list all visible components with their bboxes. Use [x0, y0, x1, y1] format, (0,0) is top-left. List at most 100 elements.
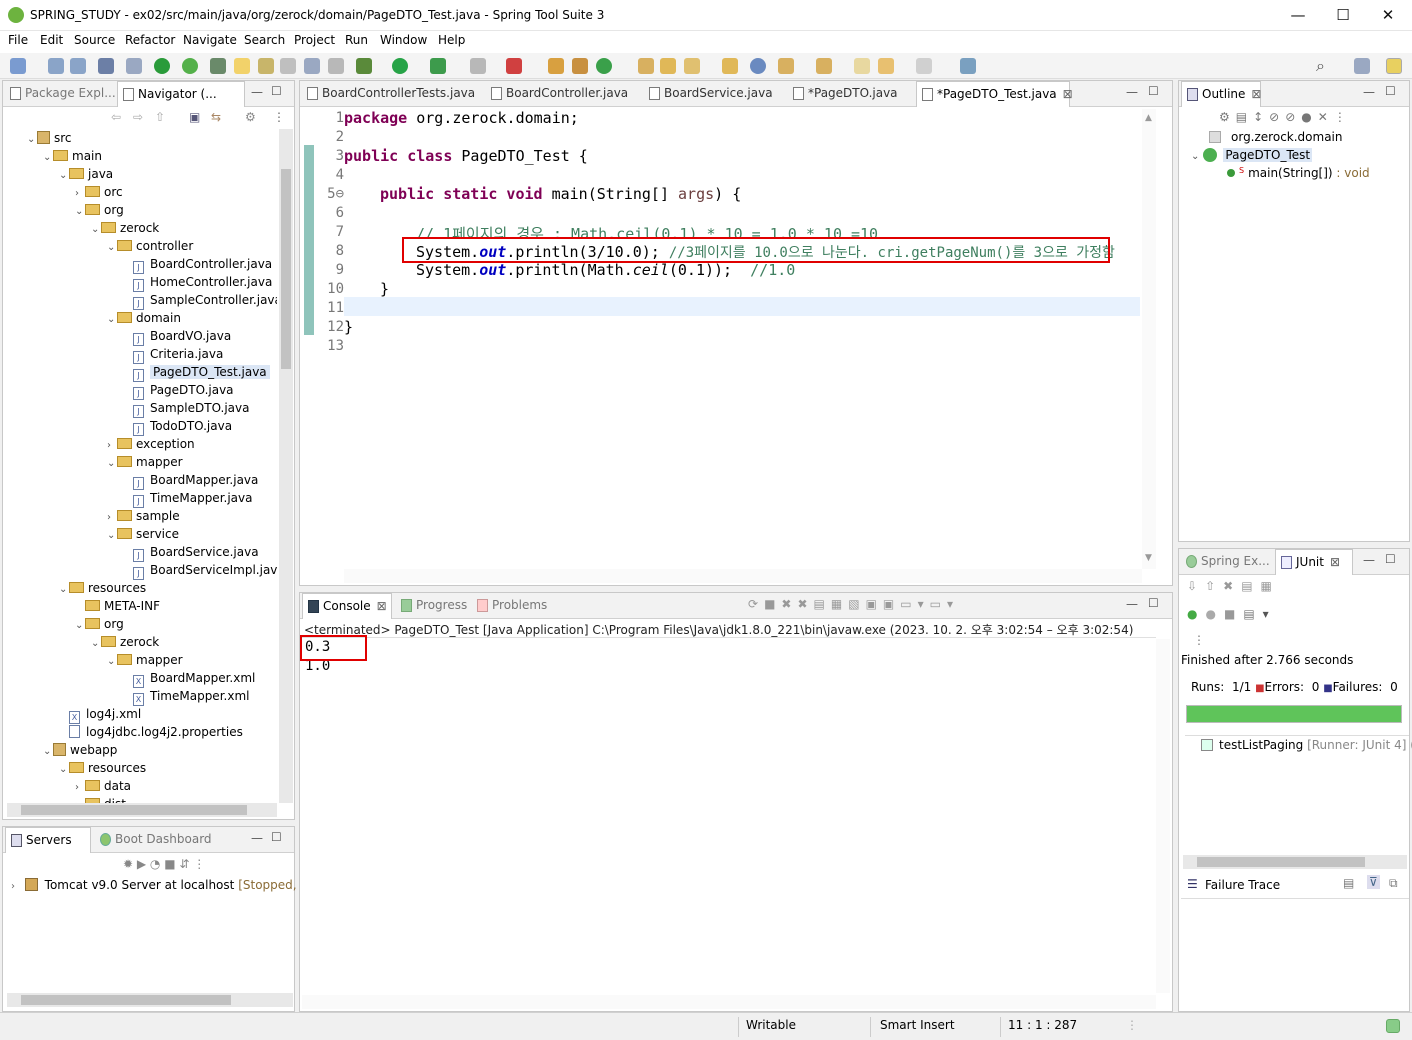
editor-vertical-scrollbar[interactable]: ▲ ▼	[1142, 109, 1156, 569]
collapse-icon[interactable]: ⌄	[75, 617, 85, 635]
tree-item[interactable]: J SampleDTO.java	[123, 399, 249, 418]
tab-boardcontroller[interactable]: BoardController.java	[486, 81, 636, 107]
tree-item[interactable]: J TimeMapper.java	[123, 489, 252, 508]
coverage-icon[interactable]	[430, 58, 446, 74]
tree-item[interactable]: ⌄ mapper	[107, 453, 183, 471]
tree-item[interactable]: ⌄ org	[75, 615, 124, 633]
profile-server-icon[interactable]: ◔	[150, 857, 164, 871]
show-stdout-icon[interactable]: ▣	[866, 597, 883, 611]
tree-item[interactable]: ⌄ mapper	[107, 651, 183, 669]
stop-test-icon[interactable]: ■	[1224, 607, 1243, 621]
filter-stack-icon[interactable]: ⊽	[1367, 875, 1380, 889]
tree-item[interactable]: ⌄ zerock	[91, 219, 159, 237]
back-nav-icon[interactable]: ⇦	[111, 110, 121, 124]
tree-item[interactable]: J BoardService.java	[123, 543, 259, 562]
scroll-thumb[interactable]	[21, 805, 247, 815]
tree-item[interactable]: ⌄ resources	[59, 759, 146, 777]
outline-class[interactable]: ⌄ PageDTO_Test	[1191, 148, 1313, 162]
terminate-icon[interactable]: ■	[764, 597, 781, 611]
tree-item[interactable]: J SampleController.java	[123, 291, 277, 310]
tree-item[interactable]: ⌄ org	[75, 201, 124, 219]
tree-item[interactable]: ›dist	[75, 795, 126, 803]
editor-horizontal-scrollbar[interactable]	[344, 569, 1142, 583]
maximize-view-icon[interactable]: ☐	[1385, 84, 1396, 98]
sort-az-icon[interactable]: ↕	[1253, 110, 1269, 124]
back-icon[interactable]	[878, 58, 894, 74]
console-horizontal-scrollbar[interactable]	[302, 995, 1156, 1009]
skip-breakpoints-icon[interactable]	[126, 58, 142, 74]
scroll-down-icon[interactable]: ▼	[1145, 553, 1152, 563]
last-edit-icon[interactable]	[854, 58, 870, 74]
menu-file[interactable]: File	[8, 33, 28, 47]
spring-icon[interactable]	[182, 58, 198, 74]
pin-editor-icon[interactable]	[960, 58, 976, 74]
publish-icon[interactable]: ⇵	[179, 857, 193, 871]
tab-progress[interactable]: Progress	[396, 593, 468, 619]
collapse-icon[interactable]: ⌄	[59, 761, 69, 779]
tree-item[interactable]: › data	[75, 777, 131, 795]
menu-project[interactable]: Project	[294, 33, 335, 47]
clear-console-icon[interactable]: ▤	[814, 597, 831, 611]
maximize-editor-icon[interactable]: ☐	[1148, 84, 1159, 98]
tree-vertical-scrollbar[interactable]	[279, 129, 293, 803]
tree-item[interactable]: ⌄ java	[59, 165, 113, 183]
close-tab-icon[interactable]: ⊠	[1251, 87, 1261, 101]
rerun-icon[interactable]: ●	[1187, 607, 1205, 621]
minimize-view-icon[interactable]: —	[1363, 553, 1375, 567]
collapse-icon[interactable]: ⌄	[107, 527, 117, 545]
close-tab-icon[interactable]: ⊠	[1063, 87, 1073, 101]
tree-item[interactable]: ⌄ webapp	[43, 741, 117, 759]
collapse-icon[interactable]: ⌄	[107, 653, 117, 671]
terminal-icon[interactable]	[98, 58, 114, 74]
menu-refactor[interactable]: Refactor	[125, 33, 175, 47]
up-nav-icon[interactable]: ⇧	[155, 110, 165, 124]
server-row[interactable]: › Tomcat v9.0 Server at localhost [Stopp…	[11, 878, 316, 892]
maximize-button[interactable]: ☐	[1320, 0, 1366, 31]
open-folder-icon[interactable]	[660, 58, 676, 74]
menu-source[interactable]: Source	[74, 33, 115, 47]
tree-item[interactable]: J PageDTO_Test.java	[123, 363, 270, 382]
forward-nav-icon[interactable]: ⇨	[133, 110, 143, 124]
collapse-icon[interactable]: ⌄	[43, 743, 53, 761]
show-annotations-icon[interactable]	[328, 58, 344, 74]
close-button[interactable]: ✕	[1365, 0, 1411, 31]
notification-icon[interactable]	[1386, 1019, 1400, 1033]
start-server-icon[interactable]: ▶	[137, 857, 150, 871]
collapse-all-icon[interactable]: ▣	[189, 110, 200, 124]
mark-occurrences-icon[interactable]	[234, 58, 250, 74]
save-icon[interactable]	[48, 58, 64, 74]
tree-item[interactable]: ⌄ controller	[107, 237, 193, 255]
external-tools-icon[interactable]	[506, 58, 522, 74]
view-menu-more-icon[interactable]: ⋮	[1193, 633, 1205, 647]
tree-item[interactable]: › exception	[107, 435, 195, 453]
run-icon[interactable]	[392, 58, 408, 74]
menu-help[interactable]: Help	[438, 33, 465, 47]
forward-icon[interactable]	[916, 58, 932, 74]
minimize-view-icon[interactable]: —	[1126, 597, 1138, 611]
debug-server-icon[interactable]: ✹	[123, 857, 137, 871]
link-editor-icon[interactable]: ⇆	[211, 110, 221, 124]
remove-launch-icon[interactable]: ✖	[781, 597, 797, 611]
search-icon[interactable]: ⌕	[1316, 56, 1325, 76]
tree-item[interactable]: › orc	[75, 183, 123, 201]
tab-pagedto-test[interactable]: *PageDTO_Test.java ⊠	[916, 81, 1073, 107]
rerun-failed-icon[interactable]: ●	[1205, 607, 1223, 621]
stop-icon[interactable]	[470, 58, 486, 74]
tree-item[interactable]: ⌄ domain	[107, 309, 181, 327]
tab-package-explorer[interactable]: Package Expl...	[5, 81, 116, 107]
tree-item[interactable]: J TodoDTO.java	[123, 417, 232, 436]
tree-item[interactable]: ⌄ resources	[59, 579, 146, 597]
view-menu-icon[interactable]: ▾	[1263, 607, 1277, 621]
tree-item[interactable]: J HomeController.java	[123, 273, 272, 292]
globe-icon[interactable]	[750, 58, 766, 74]
prev-failure-icon[interactable]: ⇧	[1205, 579, 1223, 593]
remove-all-icon[interactable]: ✖	[797, 597, 813, 611]
collapse-icon[interactable]: ⌄	[59, 167, 69, 185]
scroll-up-icon[interactable]: ▲	[1145, 113, 1152, 123]
menu-search[interactable]: Search	[244, 33, 285, 47]
outline-package[interactable]: org.zerock.domain	[1209, 130, 1343, 144]
menu-run[interactable]: Run	[345, 33, 368, 47]
hide-static-icon[interactable]: ⊘	[1285, 110, 1301, 124]
view-menu-icon[interactable]: ⋮	[273, 110, 285, 124]
scroll-lock-icon[interactable]: ▤	[1241, 579, 1260, 593]
